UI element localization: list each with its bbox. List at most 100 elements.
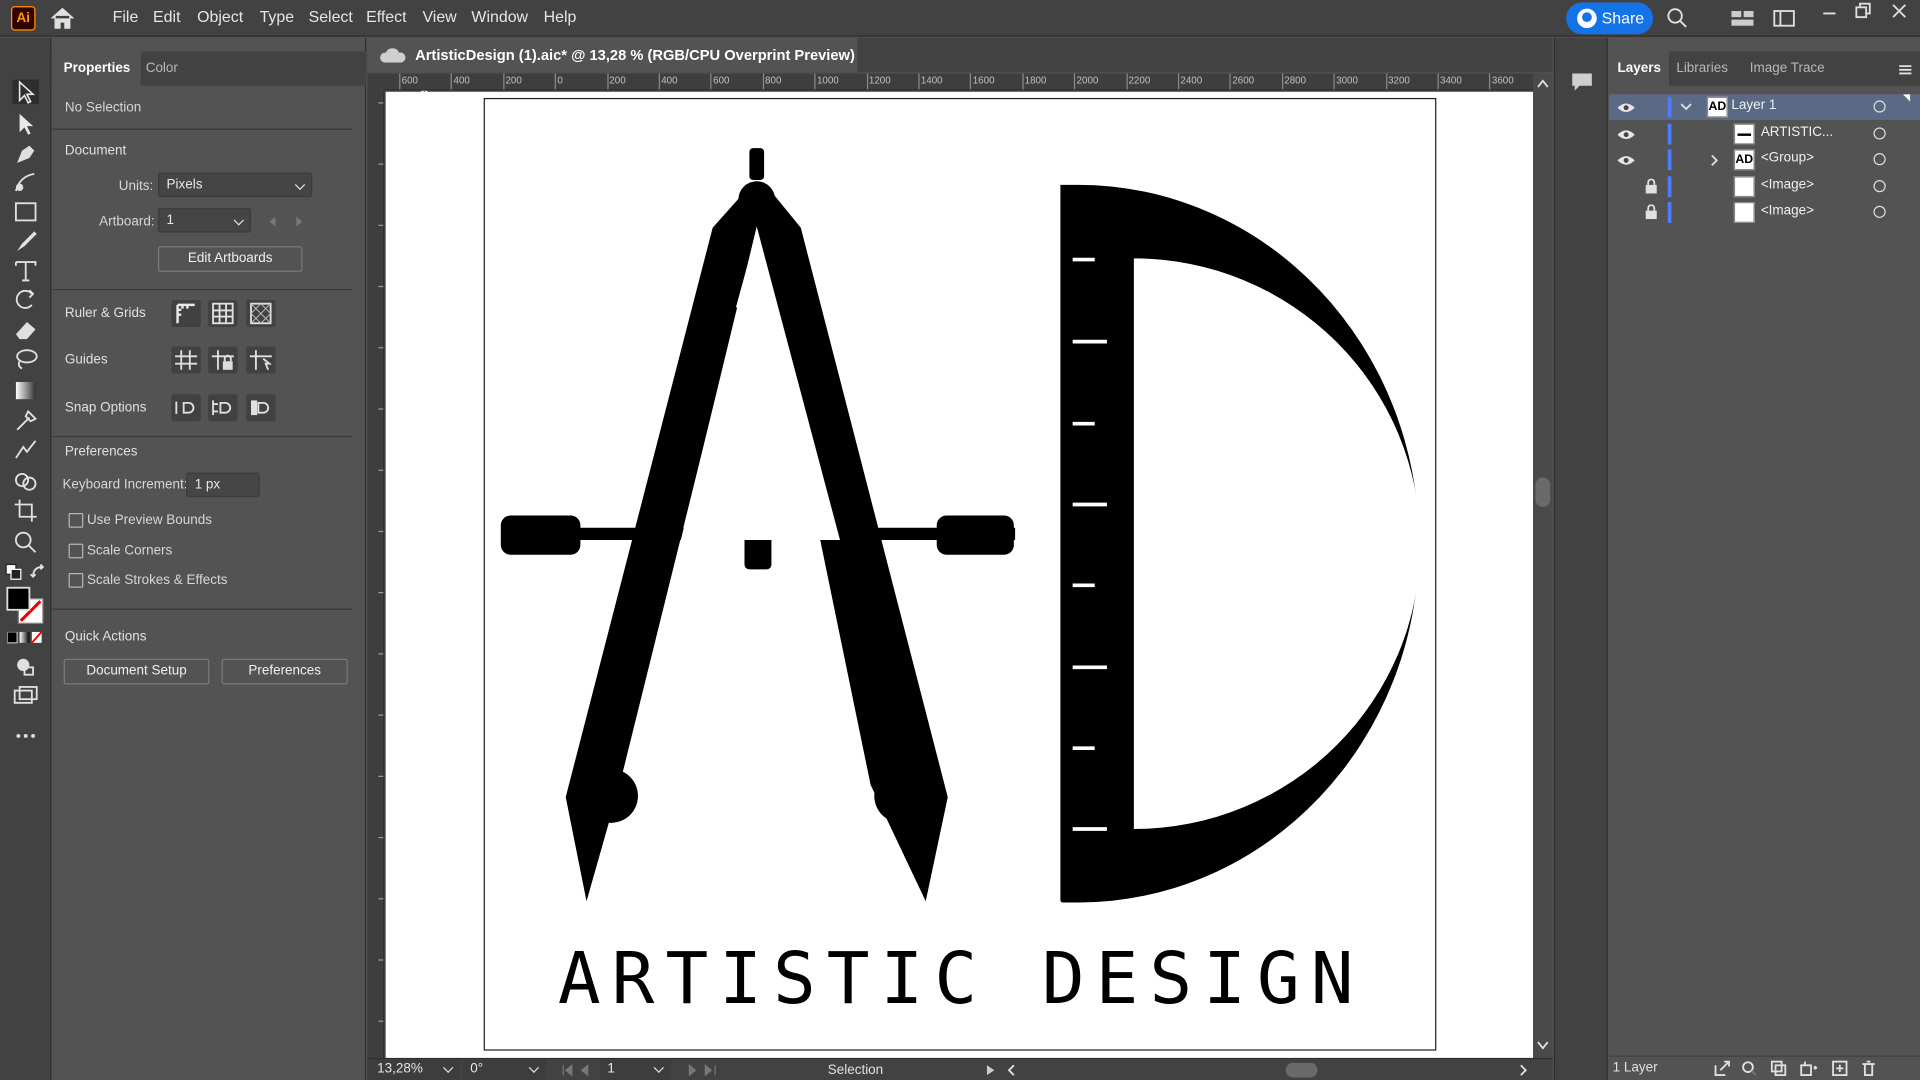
- more-tools-icon[interactable]: [12, 724, 39, 748]
- canvas[interactable]: ARTISTIC DESIGN: [385, 91, 1534, 1058]
- grid-toggle-icon[interactable]: [208, 300, 238, 327]
- preferences-button[interactable]: Preferences: [221, 658, 348, 685]
- tab-color[interactable]: Color: [135, 51, 189, 85]
- first-previous-artboard-icons[interactable]: [561, 1064, 598, 1077]
- color-mode-icons[interactable]: [7, 631, 44, 644]
- scale-corners-checkbox[interactable]: [68, 543, 84, 559]
- document-tab[interactable]: ArtisticDesign (1).aic* @ 13,28 % (RGB/C…: [367, 37, 858, 98]
- vertical-scrollbar[interactable]: [1533, 73, 1553, 1058]
- curvature-tool-icon[interactable]: [12, 170, 39, 194]
- keyboard-increment-field[interactable]: 1 px: [186, 472, 260, 498]
- snap-to-point-icon[interactable]: [171, 394, 201, 422]
- artboard[interactable]: ARTISTIC DESIGN: [483, 97, 1438, 1052]
- zoom-field[interactable]: 13,28%: [367, 1059, 461, 1080]
- menu-help[interactable]: Help: [544, 7, 577, 25]
- scroll-up-icon[interactable]: [1537, 78, 1549, 88]
- export-assets-icon[interactable]: [1714, 1060, 1730, 1077]
- next-last-artboard-icons[interactable]: [686, 1064, 723, 1077]
- eye-icon[interactable]: [1616, 98, 1636, 118]
- horizontal-ruler[interactable]: 600 400 200 0 200 400 600 800 1000 1200 1400 1600 18…: [384, 73, 1534, 91]
- artistic-design-logo[interactable]: ARTISTIC DESIGN: [485, 99, 1438, 1052]
- document-setup-button[interactable]: Document Setup: [63, 658, 210, 685]
- panel-menu-icon[interactable]: [1898, 64, 1913, 76]
- tab-properties[interactable]: Properties: [52, 51, 142, 86]
- transparency-grid-icon[interactable]: [246, 300, 276, 327]
- vertical-ruler[interactable]: [367, 90, 385, 1058]
- workspace-switcher-icon[interactable]: [1730, 10, 1754, 27]
- share-button[interactable]: Share: [1566, 2, 1654, 35]
- eraser-tool-icon[interactable]: [12, 317, 39, 341]
- menu-edit[interactable]: Edit: [153, 7, 180, 25]
- comments-icon[interactable]: [1570, 71, 1594, 93]
- lock-icon[interactable]: [1644, 204, 1657, 220]
- smart-guides-icon[interactable]: [246, 346, 276, 374]
- target-circle-icon[interactable]: [1873, 205, 1886, 218]
- home-icon[interactable]: [49, 7, 76, 29]
- scroll-left-icon[interactable]: [1007, 1064, 1017, 1076]
- edit-artboards-button[interactable]: Edit Artboards: [157, 246, 303, 272]
- arrange-documents-icon[interactable]: [1773, 10, 1795, 27]
- locate-object-icon[interactable]: [1741, 1060, 1757, 1076]
- scroll-down-icon[interactable]: [1537, 1041, 1549, 1051]
- swap-fill-stroke-icon[interactable]: [29, 563, 46, 580]
- target-circle-icon[interactable]: [1873, 180, 1886, 193]
- pen-tool-icon[interactable]: [12, 141, 39, 165]
- artboard-tool-icon[interactable]: [12, 498, 39, 522]
- show-guides-icon[interactable]: [171, 346, 201, 374]
- layer-row-layer-1[interactable]: AD Layer 1: [1608, 94, 1920, 121]
- type-tool-icon[interactable]: [12, 258, 39, 282]
- layer-row-artistic[interactable]: ARTISTIC...: [1609, 121, 1920, 147]
- delete-layer-icon[interactable]: [1861, 1060, 1876, 1077]
- lock-icon[interactable]: [1644, 178, 1657, 194]
- snap-to-pixel-icon[interactable]: [246, 394, 276, 422]
- direct-selection-tool-icon[interactable]: [12, 111, 39, 135]
- menu-window[interactable]: Window: [471, 7, 528, 25]
- shape-builder-tool-icon[interactable]: [12, 469, 39, 493]
- target-circle-icon[interactable]: [1873, 153, 1886, 166]
- use-preview-bounds-checkbox[interactable]: [68, 513, 84, 528]
- tab-layers[interactable]: Layers: [1608, 51, 1670, 86]
- lasso-tool-icon[interactable]: [12, 347, 39, 371]
- previous-artboard-icon[interactable]: [267, 216, 279, 228]
- scroll-right-icon[interactable]: [1518, 1064, 1528, 1076]
- default-fill-stroke-icon[interactable]: [5, 563, 22, 580]
- menu-effect[interactable]: Effect: [366, 7, 406, 25]
- rulers-toggle-icon[interactable]: [171, 300, 201, 327]
- create-sublayer-icon[interactable]: [1800, 1060, 1818, 1077]
- ruler-origin[interactable]: [367, 73, 385, 91]
- make-clipping-mask-icon[interactable]: [1770, 1060, 1787, 1077]
- rotate-tool-icon[interactable]: [12, 288, 39, 312]
- zoom-tool-icon[interactable]: [12, 530, 39, 554]
- menu-view[interactable]: View: [422, 7, 456, 25]
- scale-strokes-effects-checkbox[interactable]: [68, 573, 84, 588]
- create-new-layer-icon[interactable]: [1832, 1060, 1848, 1077]
- layer-row-group[interactable]: AD <Group>: [1609, 147, 1920, 173]
- target-circle-icon[interactable]: [1873, 127, 1886, 140]
- horizontal-scroll-thumb[interactable]: [1285, 1062, 1318, 1078]
- status-menu-icon[interactable]: [986, 1064, 996, 1076]
- chevron-down-icon[interactable]: [1680, 102, 1692, 112]
- paintbrush-tool-icon[interactable]: [12, 229, 39, 253]
- search-icon[interactable]: [1667, 7, 1689, 29]
- gradient-tool-icon[interactable]: [12, 378, 39, 402]
- layer-row-image-1[interactable]: <Image>: [1609, 174, 1920, 200]
- layer-row-image-2[interactable]: <Image>: [1609, 200, 1920, 226]
- menu-file[interactable]: File: [113, 7, 139, 25]
- eye-icon[interactable]: [1616, 151, 1636, 171]
- rectangle-tool-icon[interactable]: [12, 200, 39, 224]
- minimize-icon[interactable]: [1822, 5, 1837, 20]
- blend-tool-icon[interactable]: [12, 437, 39, 461]
- eye-icon[interactable]: [1616, 125, 1636, 145]
- eyedropper-tool-icon[interactable]: [12, 408, 39, 432]
- close-window-icon[interactable]: [1891, 2, 1908, 19]
- fill-stroke-swatch[interactable]: [6, 586, 45, 626]
- target-circle-icon[interactable]: [1873, 100, 1886, 113]
- tab-libraries[interactable]: Libraries: [1668, 51, 1737, 85]
- units-dropdown[interactable]: Pixels: [157, 172, 313, 198]
- lock-guides-icon[interactable]: [208, 346, 238, 374]
- snap-to-grid-icon[interactable]: [208, 394, 238, 422]
- tab-image-trace[interactable]: Image Trace: [1741, 51, 1833, 85]
- artboard-dropdown[interactable]: 1: [157, 208, 252, 233]
- artboard-navigation-field[interactable]: 1: [600, 1059, 672, 1080]
- menu-select[interactable]: Select: [309, 7, 353, 25]
